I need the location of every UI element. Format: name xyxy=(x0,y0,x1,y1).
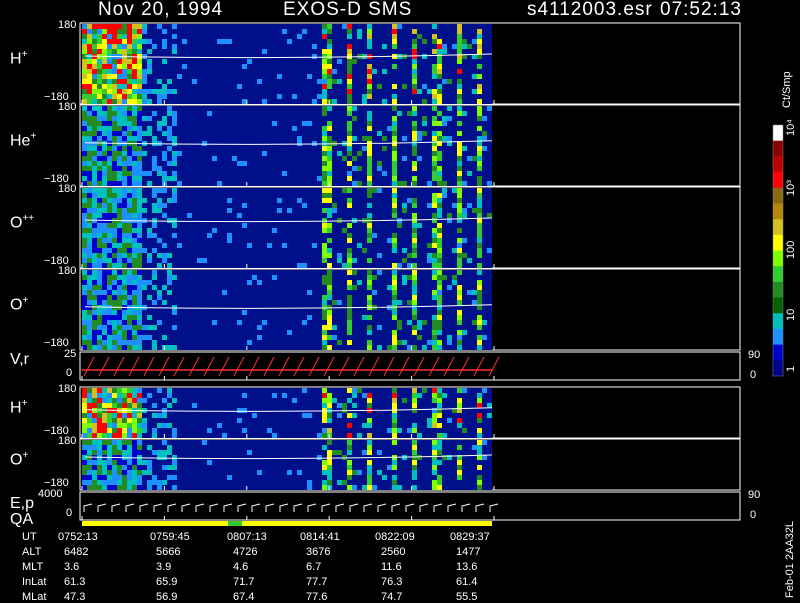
timeline-cell: 47.3 xyxy=(64,591,86,603)
colorbar-swatch xyxy=(773,313,783,330)
colorbar-swatch xyxy=(773,250,783,267)
colorbar-label: 1 xyxy=(785,365,797,372)
timeline-cell: 74.7 xyxy=(381,591,403,603)
timeline-cell: 65.9 xyxy=(156,576,178,588)
timeline-cell: 4.6 xyxy=(233,561,249,573)
timeline-cell: 3.9 xyxy=(156,561,172,573)
colorbar-label: 10 xyxy=(785,308,797,321)
panel-label: H+ xyxy=(10,48,28,67)
timeline-cell: 11.6 xyxy=(381,561,402,573)
timeline-cell: 0822:09 xyxy=(375,531,415,543)
panel-label: H+ xyxy=(10,397,28,416)
timeline-cell: 3676 xyxy=(306,546,331,558)
colorbar-label: 10³ xyxy=(785,180,797,196)
spectrogram-panel-1 xyxy=(82,106,493,186)
panel-label: O+ xyxy=(10,449,29,468)
spectrogram-panel-6 xyxy=(82,440,493,490)
colorbar-swatch xyxy=(773,360,783,377)
colorbar-swatch xyxy=(773,234,783,251)
timeline-cell: 4726 xyxy=(233,546,258,558)
panel-top-tick: 180 xyxy=(58,101,77,113)
timeline-cell: 56.9 xyxy=(156,591,178,603)
timeline-cell: 71.7 xyxy=(233,576,255,588)
panel-label: O++ xyxy=(10,212,35,231)
spectrogram-panel-0 xyxy=(82,24,493,104)
timeline-cell: 6482 xyxy=(64,546,89,558)
spectrogram-panel-5 xyxy=(82,388,493,438)
panel-top-tick: 180 xyxy=(58,383,77,395)
timeline-cell: 13.6 xyxy=(456,561,478,573)
panel-top-tick: 180 xyxy=(58,19,77,31)
panel-top-tick: 180 xyxy=(58,183,77,195)
header-mission: EXOS-D SMS xyxy=(283,0,413,20)
colorbar-swatch xyxy=(773,281,783,299)
qa-bar xyxy=(82,521,492,526)
panel-top-tick: 4000 xyxy=(38,488,63,500)
colorbar-swatch xyxy=(773,328,783,346)
timeline-cell: 61.4 xyxy=(456,576,478,588)
panel-bottom-tick: 0 xyxy=(66,367,73,379)
timeline-cell: 76.3 xyxy=(381,576,403,588)
panel-top-tick: 180 xyxy=(58,265,77,277)
right-axis-top-tick: 90 xyxy=(748,489,761,501)
timeline-row-name: ALT xyxy=(22,546,42,558)
panel-label-qa: QA xyxy=(10,511,34,528)
timeline-row-name: UT xyxy=(22,531,37,543)
vr-panel-bg xyxy=(81,353,492,379)
colorbar-label: 100 xyxy=(785,240,797,259)
timeline-cell: 5666 xyxy=(156,546,181,558)
timeline-cell: 0752:13 xyxy=(58,531,98,543)
colorbar-swatch xyxy=(773,125,783,142)
panel-top-tick: 25 xyxy=(64,348,77,360)
timeline-cell: 77.6 xyxy=(306,591,328,603)
panel-label: O+ xyxy=(10,294,29,313)
timeline-row-name: MLT xyxy=(22,561,44,573)
right-axis-bottom-tick: 0 xyxy=(750,509,757,521)
panel-frame-7 xyxy=(79,491,741,521)
timeline-cell: 0807:13 xyxy=(227,531,267,543)
timeline-cell: 0759:45 xyxy=(150,531,190,543)
header-time: 07:52:13 xyxy=(660,0,742,20)
panel-label: He+ xyxy=(10,130,37,149)
right-axis-bottom-tick: 0 xyxy=(750,369,757,381)
right-axis-top-tick: 90 xyxy=(748,349,761,361)
timeline-cell: 61.3 xyxy=(64,576,86,588)
spectrogram-panel-2 xyxy=(82,188,493,268)
colorbar-swatch xyxy=(773,203,783,220)
ep-steps xyxy=(83,503,499,512)
timeline-cell: 0829:37 xyxy=(450,531,490,543)
colorbar-swatch xyxy=(773,344,783,361)
timeline-cell: 0814:41 xyxy=(300,531,340,543)
timeline-cell: 55.5 xyxy=(456,591,478,603)
panel-label: E,p xyxy=(10,495,35,512)
sms-spectrogram-plot xyxy=(79,22,784,526)
timeline-cell: 2560 xyxy=(381,546,406,558)
spectrogram-panel-3 xyxy=(82,270,493,350)
colorbar-swatch xyxy=(773,266,783,283)
timeline-cell: 67.4 xyxy=(233,591,255,603)
header-file: s4112003.esr xyxy=(527,0,653,20)
colorbar-swatch xyxy=(773,219,783,236)
colorbar-swatch xyxy=(773,187,783,204)
colorbar-label: 10⁴ xyxy=(785,119,797,136)
header-date: Nov 20, 1994 xyxy=(98,0,224,20)
timeline-cell: 1477 xyxy=(456,546,481,558)
timeline-cell: 6.7 xyxy=(306,561,322,573)
timeline-row-name: InLat xyxy=(22,576,47,588)
footer-note: Feb-01 2AA32L xyxy=(784,520,796,598)
colorbar-unit-label: Ct/Smp xyxy=(781,71,793,108)
timeline-cell: 77.7 xyxy=(306,576,328,588)
panel-label: V,r xyxy=(10,351,29,368)
colorbar-swatch xyxy=(773,172,783,189)
colorbar-swatch xyxy=(773,297,783,314)
panel-top-tick: 180 xyxy=(58,435,77,447)
timeline-row-name: MLat xyxy=(22,591,47,603)
timeline-cell: 3.6 xyxy=(64,561,80,573)
colorbar-swatch xyxy=(773,156,783,173)
qa-bar-flag xyxy=(228,521,242,526)
panel-bottom-tick: 0 xyxy=(66,507,73,519)
colorbar-swatch xyxy=(773,140,783,157)
